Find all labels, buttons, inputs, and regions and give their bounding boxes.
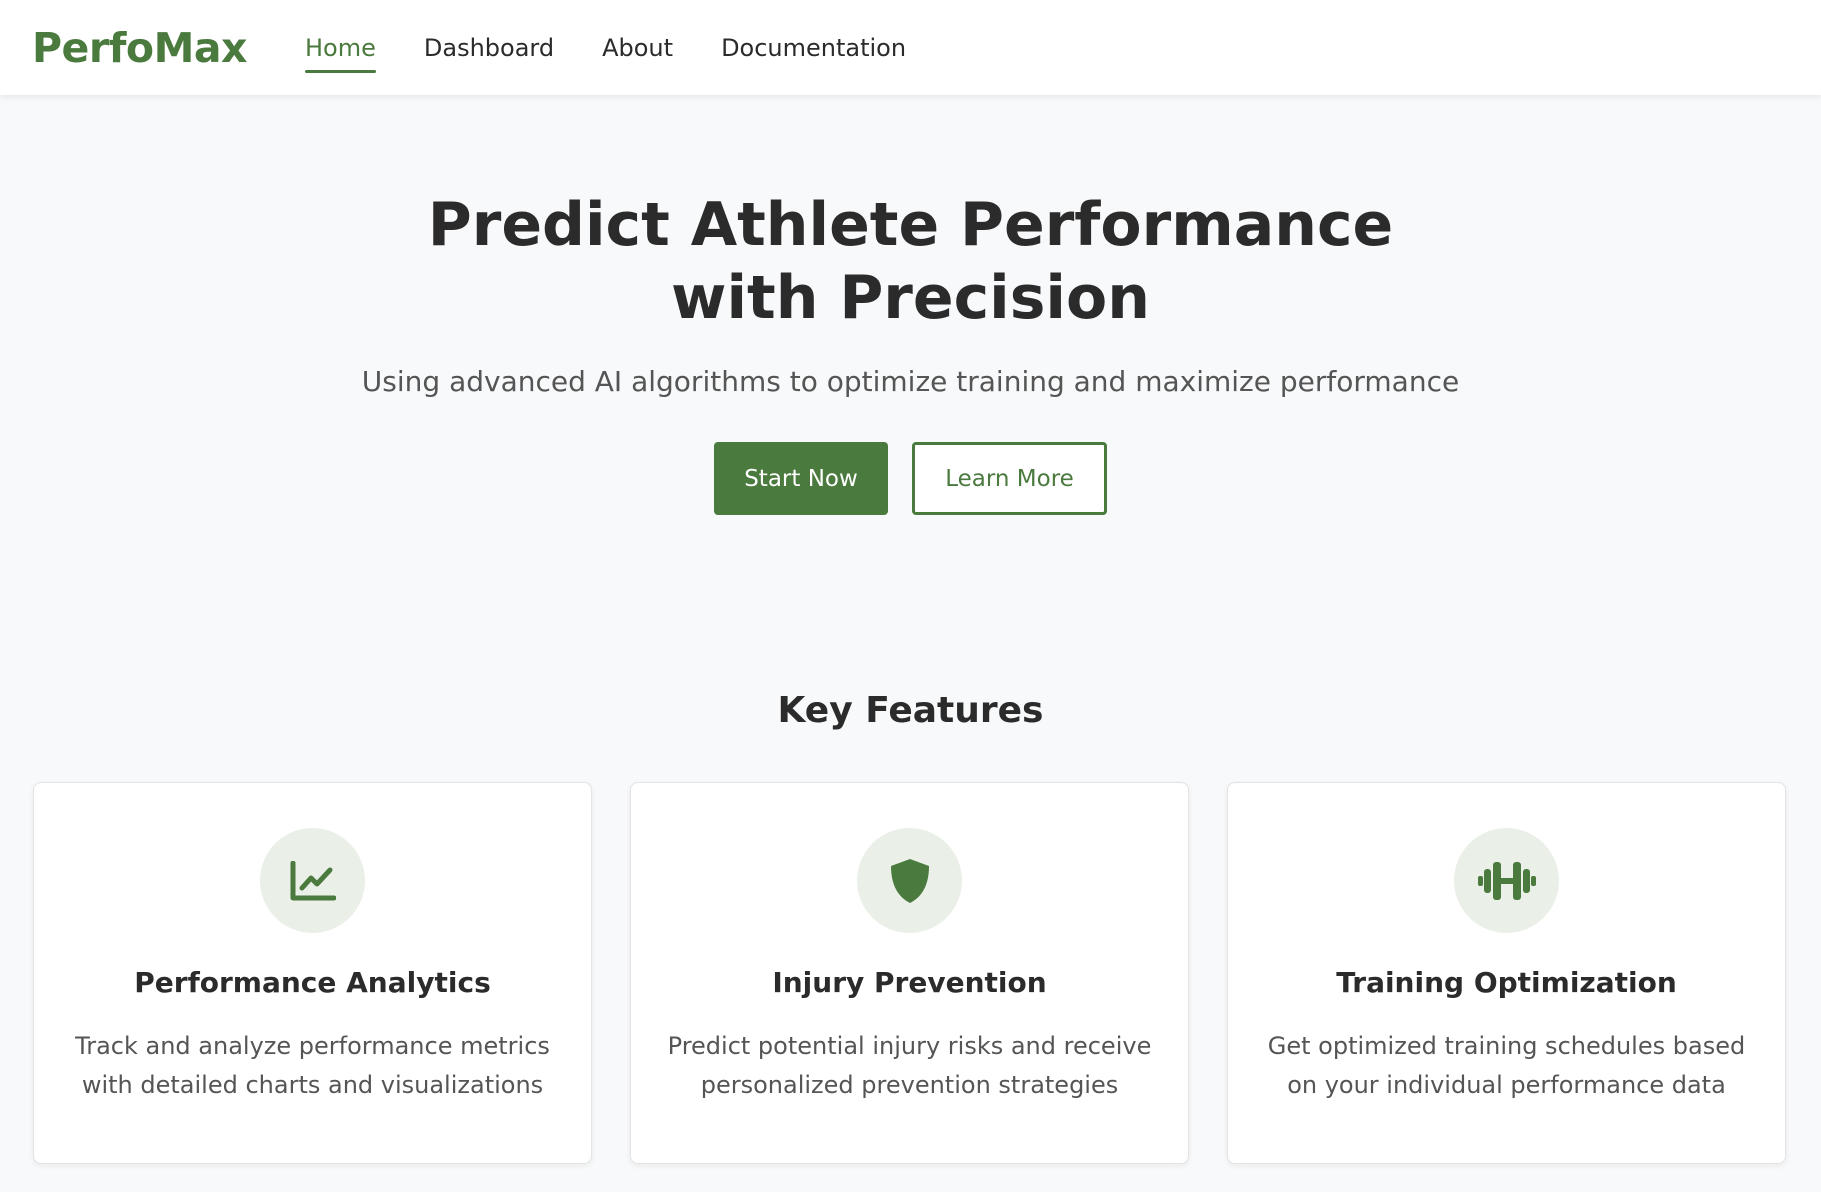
hero-buttons: Start Now Learn More — [0, 442, 1821, 515]
feature-card-injury-prevention: Injury Prevention Predict potential inju… — [630, 782, 1189, 1164]
feature-title: Performance Analytics — [134, 966, 491, 999]
shield-icon — [857, 828, 962, 933]
feature-card-training-optimization: Training Optimization Get optimized trai… — [1227, 782, 1786, 1164]
brand-logo[interactable]: PerfoMax — [32, 24, 248, 72]
hero-title: Predict Athlete Performance with Precisi… — [427, 190, 1394, 333]
chart-line-icon — [260, 828, 365, 933]
nav-link-documentation[interactable]: Documentation — [721, 0, 906, 95]
feature-cards: Performance Analytics Track and analyze … — [33, 782, 1786, 1164]
feature-card-performance-analytics: Performance Analytics Track and analyze … — [33, 782, 592, 1164]
start-now-button[interactable]: Start Now — [714, 442, 888, 515]
feature-description: Track and analyze performance metrics wi… — [75, 1032, 550, 1099]
feature-title: Training Optimization — [1336, 966, 1677, 999]
nav-link-home[interactable]: Home — [305, 0, 376, 95]
nav-link-dashboard[interactable]: Dashboard — [424, 0, 554, 95]
feature-description: Get optimized training schedules based o… — [1267, 1032, 1746, 1099]
nav-links: Home Dashboard About Documentation — [305, 0, 954, 95]
dumbbell-icon — [1454, 828, 1559, 933]
nav-link-about[interactable]: About — [602, 0, 673, 95]
learn-more-button[interactable]: Learn More — [912, 442, 1107, 515]
navbar: PerfoMax Home Dashboard About Documentat… — [0, 0, 1821, 95]
features-heading: Key Features — [777, 690, 1044, 731]
feature-title: Injury Prevention — [772, 966, 1047, 999]
hero-section: Predict Athlete Performance with Precisi… — [0, 95, 1821, 515]
feature-description: Predict potential injury risks and recei… — [667, 1032, 1152, 1099]
hero-subtitle: Using advanced AI algorithms to optimize… — [361, 365, 1460, 398]
